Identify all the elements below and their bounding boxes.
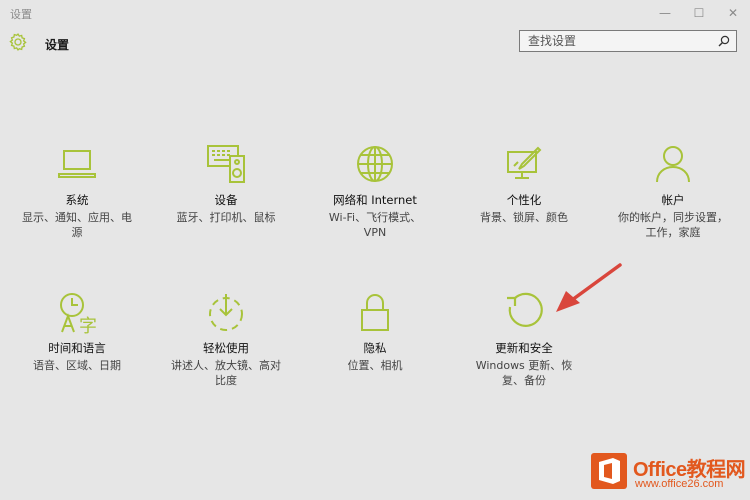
category-description: Windows 更新、恢复、备份: [475, 359, 573, 387]
window-controls: — ☐ ✕: [648, 0, 750, 26]
search-input[interactable]: [520, 31, 718, 51]
category-description: 显示、通知、应用、电源: [22, 211, 132, 239]
category-ease-of-access[interactable]: 轻松使用 讲述人、放大镜、高对比度: [163, 290, 289, 388]
category-name: 系统: [65, 193, 89, 207]
search-box[interactable]: [519, 30, 737, 52]
lock-icon: [361, 294, 389, 331]
svg-text:字: 字: [79, 316, 97, 334]
category-name: 设备: [214, 193, 238, 207]
category-system[interactable]: 系统 显示、通知、应用、电源: [14, 142, 140, 240]
category-name: 更新和安全: [495, 341, 553, 355]
page-title: 设置: [45, 38, 70, 52]
devices-icon: [207, 145, 245, 183]
category-description: 蓝牙、打印机、鼠标: [176, 211, 276, 224]
category-name: 帐户: [661, 193, 685, 207]
title-bar: 设置 — ☐ ✕: [0, 0, 750, 26]
watermark-url: www.office26.com: [635, 478, 724, 490]
category-update-security[interactable]: 更新和安全 Windows 更新、恢复、备份: [461, 290, 587, 388]
globe-icon: [357, 146, 393, 182]
search-icon[interactable]: [718, 35, 730, 47]
gear-icon: [9, 33, 27, 51]
close-button[interactable]: ✕: [716, 0, 750, 26]
category-name: 网络和 Internet: [333, 193, 417, 207]
settings-window: 设置 — ☐ ✕ 设置 系统 显示、通知、应用: [0, 0, 750, 500]
category-name: 隐私: [363, 341, 387, 355]
category-description: 背景、锁屏、颜色: [480, 211, 568, 224]
category-time-language[interactable]: 字 时间和语言 语音、区域、日期: [14, 290, 140, 373]
time-language-icon: 字: [60, 293, 97, 334]
category-description: 语音、区域、日期: [33, 359, 121, 372]
category-accounts[interactable]: 帐户 你的帐户，同步设置，工作，家庭: [610, 142, 736, 240]
category-devices[interactable]: 设备 蓝牙、打印机、鼠标: [163, 142, 289, 225]
category-privacy[interactable]: 隐私 位置、相机: [312, 290, 438, 373]
category-name: 时间和语言: [48, 341, 106, 355]
maximize-button[interactable]: ☐: [682, 0, 716, 26]
minimize-button[interactable]: —: [648, 0, 682, 26]
office-logo-icon: [591, 453, 627, 489]
refresh-icon: [507, 292, 543, 327]
category-name: 个性化: [506, 193, 542, 207]
watermark-logo: Office教程网 www.office26.com: [585, 447, 750, 500]
category-name: 轻松使用: [203, 341, 249, 355]
laptop-icon: [58, 150, 96, 178]
category-network[interactable]: 网络和 Internet Wi-Fi、飞行模式、VPN: [312, 142, 438, 240]
window-title: 设置: [10, 8, 32, 21]
annotation-arrow: [556, 263, 622, 312]
category-description: 位置、相机: [347, 359, 403, 372]
paint-icon: [507, 146, 542, 179]
person-icon: [656, 146, 690, 183]
category-personalization[interactable]: 个性化 背景、锁屏、颜色: [461, 142, 587, 225]
category-description: 你的帐户，同步设置，工作，家庭: [618, 211, 728, 239]
ease-of-access-icon: [209, 294, 243, 331]
category-description: Wi-Fi、飞行模式、VPN: [328, 211, 422, 239]
category-description: 讲述人、放大镜、高对比度: [171, 359, 281, 387]
